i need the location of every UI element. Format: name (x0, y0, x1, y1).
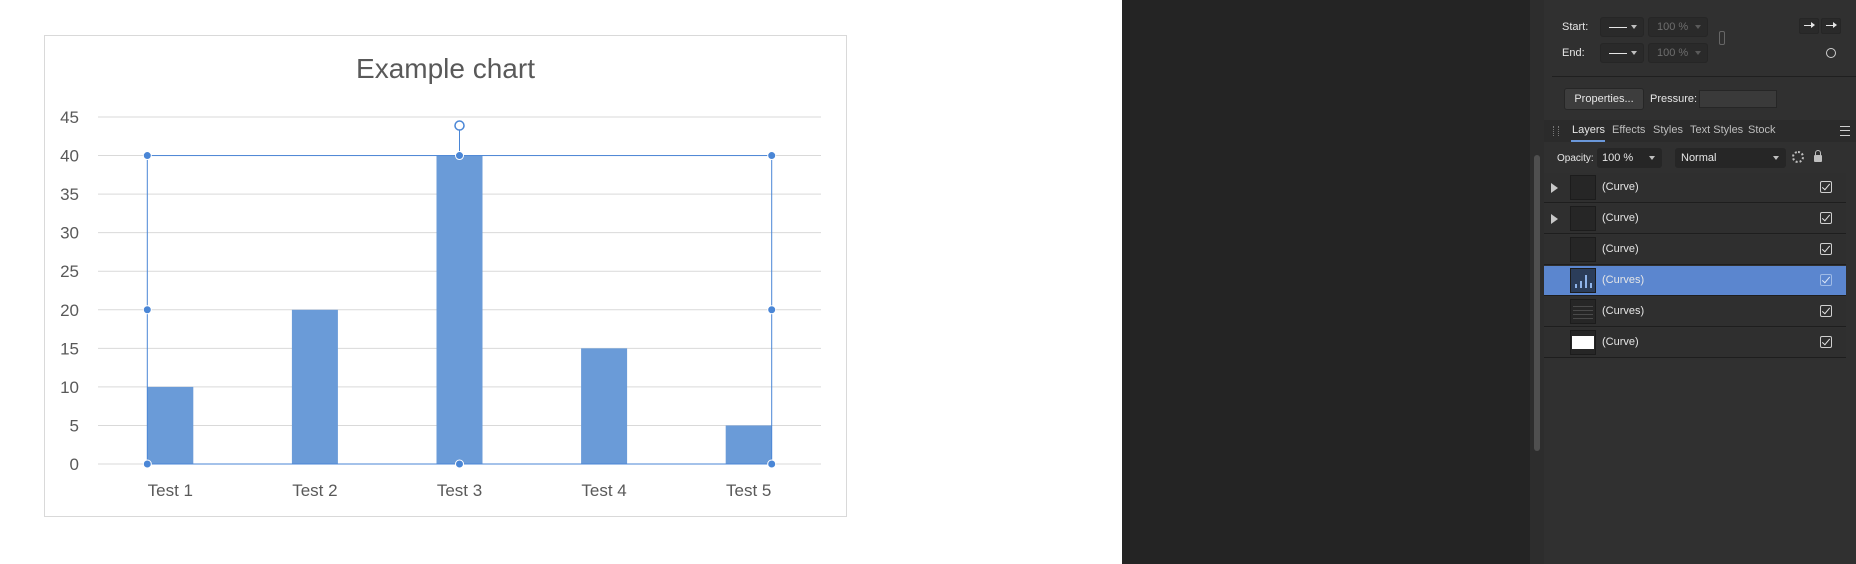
chevron-down-icon (1695, 25, 1701, 29)
pressure-curve-preview[interactable] (1699, 90, 1777, 108)
layer-name: (Curve) (1602, 212, 1639, 224)
chart-frame[interactable]: Example chart 0 5 10 15 20 25 30 35 40 45 Test 1 Te… (44, 35, 847, 517)
chevron-down-icon (1695, 51, 1701, 55)
x-tick-label: Test 5 (726, 481, 771, 500)
layer-row[interactable]: (Curve) (1544, 328, 1846, 358)
swap-arrowheads-icon[interactable] (1826, 48, 1836, 58)
visibility-checkbox[interactable] (1820, 212, 1832, 224)
layer-row[interactable]: (Curve) (1544, 235, 1846, 265)
x-tick-label: Test 2 (292, 481, 337, 500)
bar (147, 386, 194, 464)
chevron-down-icon (1649, 156, 1655, 160)
rotation-handle (454, 120, 465, 131)
layer-thumbnail (1570, 206, 1596, 231)
layer-name: (Curve) (1602, 243, 1639, 255)
end-scale-field[interactable]: 100 % (1648, 43, 1708, 63)
layer-row[interactable]: (Curve) (1544, 204, 1846, 234)
start-label: Start: (1562, 21, 1589, 33)
layer-row[interactable]: (Curves) (1544, 297, 1846, 327)
layer-name: (Curve) (1602, 181, 1639, 193)
y-tick-label: 0 (70, 455, 79, 474)
pasteboard-area (1122, 0, 1530, 564)
y-tick-label: 15 (60, 339, 79, 358)
selection-handle (455, 459, 464, 469)
chevron-down-icon (1631, 51, 1637, 55)
opacity-label: Opacity: (1557, 153, 1594, 164)
visibility-checkbox[interactable] (1820, 181, 1832, 193)
panel-menu-icon[interactable] (1840, 126, 1850, 136)
y-tick-label: 45 (60, 108, 79, 127)
properties-button[interactable]: Properties... (1564, 88, 1644, 110)
layer-name: (Curves) (1602, 305, 1645, 317)
gear-icon[interactable] (1792, 151, 1804, 163)
arrowhead-inside-icon[interactable] (1799, 18, 1819, 34)
lock-icon[interactable] (1814, 150, 1822, 162)
y-tick-label: 5 (70, 416, 79, 435)
layer-row[interactable]: (Curve) (1544, 173, 1846, 203)
layer-thumbnail (1570, 299, 1596, 324)
active-tab-indicator (1571, 140, 1605, 142)
visibility-checkbox[interactable] (1820, 243, 1832, 255)
visibility-checkbox[interactable] (1820, 274, 1832, 286)
expand-arrow-icon[interactable] (1551, 183, 1558, 193)
start-arrowhead-dropdown[interactable] (1600, 17, 1644, 37)
layer-thumbnail (1570, 268, 1596, 293)
tab-stock[interactable]: Stock (1748, 124, 1776, 136)
arrowhead-outside-icon[interactable] (1821, 18, 1841, 34)
y-tick-label: 10 (60, 378, 79, 397)
bar-chart: 0 5 10 15 20 25 30 35 40 45 Test 1 Test 2 Test 3 Test… (60, 108, 821, 500)
document-canvas[interactable]: Example chart 0 5 10 15 20 25 30 35 40 45 Test 1 Te… (0, 0, 1122, 564)
tab-styles[interactable]: Styles (1653, 124, 1683, 136)
right-panel: Start: 100 % End: 100 % Properties... Pr… (1544, 0, 1856, 564)
layer-thumbnail (1570, 237, 1596, 262)
layer-thumbnail (1570, 175, 1596, 200)
bar (291, 309, 338, 464)
panel-scrollbar-thumb[interactable] (1534, 155, 1540, 451)
tab-text-styles[interactable]: Text Styles (1690, 124, 1743, 136)
tab-layers[interactable]: Layers (1572, 124, 1605, 136)
layers-tab-bar: Layers Effects Styles Text Styles Stock (1544, 120, 1856, 142)
bar (581, 348, 628, 464)
selection-handle (767, 459, 777, 469)
expand-arrow-icon[interactable] (1551, 214, 1558, 224)
start-scale-field[interactable]: 100 % (1648, 17, 1708, 37)
layer-row-selected[interactable]: (Curves) (1544, 266, 1846, 296)
line-style-icon (1609, 53, 1627, 54)
pressure-label: Pressure: (1650, 93, 1698, 105)
end-arrowhead-dropdown[interactable] (1600, 43, 1644, 63)
blend-mode-dropdown[interactable]: Normal (1675, 148, 1786, 168)
chevron-down-icon (1773, 156, 1779, 160)
layer-thumbnail (1570, 330, 1596, 355)
y-tick-label: 30 (60, 224, 79, 243)
layer-name: (Curve) (1602, 336, 1639, 348)
y-tick-label: 35 (60, 185, 79, 204)
divider (1552, 76, 1856, 77)
selection-handle (455, 151, 464, 161)
bar (436, 155, 483, 465)
selection-handle (767, 305, 777, 315)
bar (725, 425, 772, 464)
x-tick-label: Test 1 (148, 481, 193, 500)
opacity-field[interactable]: 100 % (1597, 148, 1662, 168)
panel-grip-icon[interactable] (1553, 126, 1559, 136)
y-tick-label: 40 (60, 147, 79, 166)
selection-handle (142, 151, 152, 161)
link-icon[interactable] (1719, 31, 1725, 45)
visibility-checkbox[interactable] (1820, 305, 1832, 317)
selection-handle (142, 459, 152, 469)
tab-effects[interactable]: Effects (1612, 124, 1645, 136)
chevron-down-icon (1631, 25, 1637, 29)
y-tick-label: 25 (60, 262, 79, 281)
selection-handle (767, 151, 777, 161)
x-tick-label: Test 4 (581, 481, 626, 500)
selection-handle (142, 305, 152, 315)
line-style-icon (1609, 27, 1627, 28)
y-tick-label: 20 (60, 301, 79, 320)
visibility-checkbox[interactable] (1820, 336, 1832, 348)
x-tick-label: Test 3 (437, 481, 482, 500)
layer-name: (Curves) (1602, 274, 1645, 286)
end-label: End: (1562, 47, 1585, 59)
